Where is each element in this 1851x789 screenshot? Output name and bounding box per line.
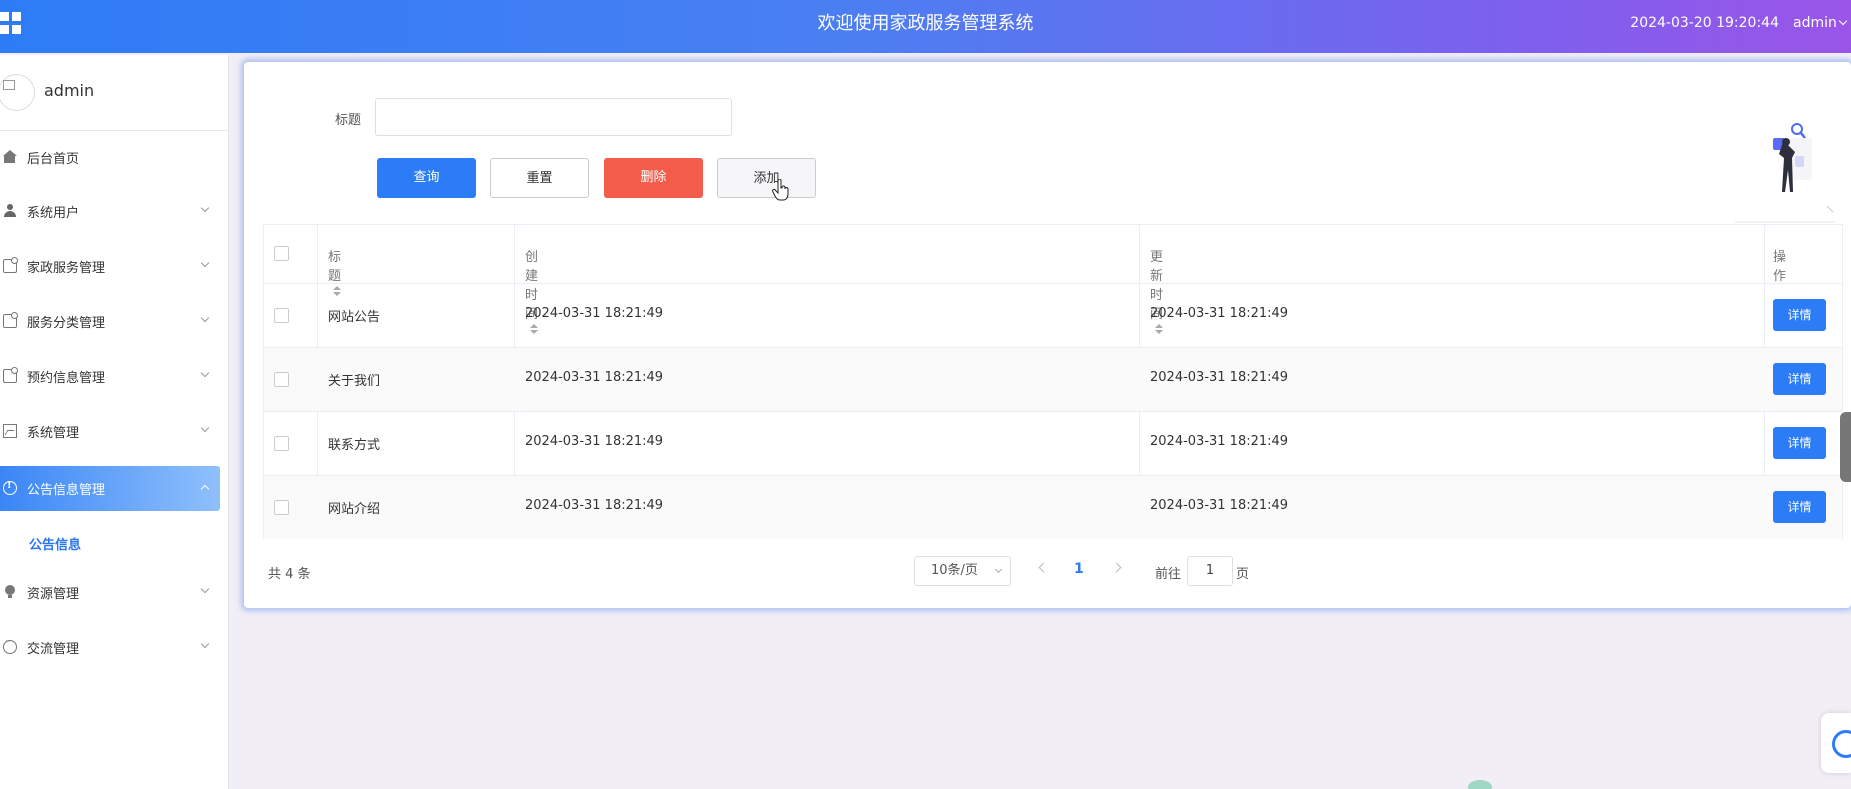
query-button[interactable]: 查询: [377, 158, 476, 198]
row-title: 关于我们: [328, 374, 381, 389]
sidebar-item-label: 后台首页: [27, 152, 80, 167]
chevron-down-icon: [1838, 16, 1848, 26]
row-checkbox[interactable]: [274, 436, 289, 451]
announcement-table: 标题 创建时间 更新时间 操作 网站公告 2024-03-31 18:21:49…: [263, 224, 1843, 539]
goto-page-input[interactable]: 1: [1187, 556, 1233, 586]
row-created: 2024-03-31 18:21:49: [525, 306, 664, 321]
search-title-label: 标题: [335, 113, 362, 128]
row-created: 2024-03-31 18:21:49: [525, 434, 664, 449]
row-title: 联系方式: [328, 438, 381, 453]
floating-assistant-button[interactable]: [1821, 713, 1851, 773]
search-title-input[interactable]: [375, 98, 732, 136]
page-size-select[interactable]: 10条/页: [914, 556, 1011, 586]
sidebar-item-appointments[interactable]: 预约信息管理: [0, 354, 220, 399]
add-button[interactable]: 添加: [717, 158, 816, 198]
sidebar-item-label: 服务分类管理: [27, 316, 106, 331]
goto-label: 前往: [1155, 567, 1182, 582]
goto-unit-label: 页: [1236, 567, 1250, 582]
hand-cursor-icon: [772, 179, 789, 201]
user-menu[interactable]: admin: [1793, 0, 1851, 47]
sidebar-profile: admin: [0, 55, 228, 131]
chevron-down-icon: [994, 565, 1003, 574]
chevron-up-icon: [200, 484, 210, 494]
row-checkbox[interactable]: [274, 308, 289, 323]
row-updated: 2024-03-31 18:21:49: [1150, 306, 1289, 321]
sidebar: admin 后台首页 系统用户 家政服务管理 服务分类管理 预约信息管理 系统管…: [0, 55, 229, 789]
table-row: 网站介绍 2024-03-31 18:21:49 2024-03-31 18:2…: [264, 475, 1842, 539]
scrollbar-handle[interactable]: [1840, 412, 1851, 482]
select-all-checkbox[interactable]: [274, 246, 289, 261]
delete-button[interactable]: 删除: [604, 158, 703, 198]
chevron-down-icon: [200, 368, 210, 378]
search-illustration-icon: [1735, 123, 1835, 223]
user-icon: [3, 204, 17, 218]
document-icon: [3, 257, 18, 273]
row-updated: 2024-03-31 18:21:49: [1150, 498, 1289, 513]
sidebar-item-label: 预约信息管理: [27, 371, 106, 386]
top-bar: 欢迎使用家政服务管理系统 2024-03-20 19:20:44 admin: [0, 0, 1851, 53]
sidebar-item-announcements[interactable]: 公告信息管理: [0, 466, 220, 511]
home-icon: [3, 150, 17, 164]
page-number-current[interactable]: 1: [1074, 561, 1084, 577]
page-size-value: 10条/页: [931, 563, 978, 578]
sidebar-item-housekeeping[interactable]: 家政服务管理: [0, 244, 220, 289]
column-header-actions-label: 操作: [1773, 250, 1787, 284]
sidebar-item-label: 公告信息管理: [27, 483, 106, 498]
row-updated: 2024-03-31 18:21:49: [1150, 434, 1289, 449]
sidebar-item-home[interactable]: 后台首页: [0, 135, 220, 180]
chevron-down-icon: [200, 258, 210, 268]
row-checkbox[interactable]: [274, 372, 289, 387]
decorative-blob: [1468, 780, 1492, 789]
table-row: 网站公告 2024-03-31 18:21:49 2024-03-31 18:2…: [264, 283, 1842, 347]
chevron-down-icon: [200, 584, 210, 594]
chevron-down-icon: [200, 639, 210, 649]
detail-button[interactable]: 详情: [1773, 427, 1826, 459]
avatar: [0, 74, 35, 111]
sidebar-item-label: 资源管理: [27, 587, 80, 602]
row-checkbox[interactable]: [274, 500, 289, 515]
detail-button[interactable]: 详情: [1773, 299, 1826, 331]
user-menu-label: admin: [1793, 15, 1837, 31]
row-created: 2024-03-31 18:21:49: [525, 498, 664, 513]
header-select-cell: [264, 225, 317, 283]
sidebar-item-service-category[interactable]: 服务分类管理: [0, 299, 220, 344]
column-header-title-label: 标题: [328, 250, 342, 284]
app-title: 欢迎使用家政服务管理系统: [817, 13, 1034, 34]
detail-button[interactable]: 详情: [1773, 363, 1826, 395]
sidebar-item-label: 家政服务管理: [27, 261, 106, 276]
row-title: 网站公告: [328, 310, 381, 325]
detail-button[interactable]: 详情: [1773, 491, 1826, 523]
sidebar-item-system-users[interactable]: 系统用户: [0, 189, 220, 234]
row-updated: 2024-03-31 18:21:49: [1150, 370, 1289, 385]
row-created: 2024-03-31 18:21:49: [525, 370, 664, 385]
table-row: 关于我们 2024-03-31 18:21:49 2024-03-31 18:2…: [264, 347, 1842, 411]
image-icon: [3, 424, 17, 438]
sidebar-item-communication[interactable]: 交流管理: [0, 625, 220, 670]
sidebar-item-label: 系统管理: [27, 426, 80, 441]
reset-button[interactable]: 重置: [490, 158, 589, 198]
chat-icon: [3, 637, 17, 654]
sidebar-subitem-announcement-info[interactable]: 公告信息: [29, 534, 81, 553]
document-icon: [3, 367, 18, 383]
header-datetime: 2024-03-20 19:20:44: [1630, 15, 1779, 31]
profile-name: admin: [44, 81, 95, 100]
sidebar-item-label: 交流管理: [27, 642, 80, 657]
pagination-total: 共 4 条: [268, 567, 311, 582]
sidebar-item-system-management[interactable]: 系统管理: [0, 409, 220, 454]
chevron-down-icon: [200, 423, 210, 433]
chevron-down-icon: [200, 203, 210, 213]
sidebar-item-label: 系统用户: [27, 206, 80, 221]
document-icon: [3, 312, 18, 328]
bulb-icon: [3, 585, 17, 599]
info-icon: [3, 480, 17, 495]
table-row: 联系方式 2024-03-31 18:21:49 2024-03-31 18:2…: [264, 411, 1842, 475]
chevron-down-icon: [200, 313, 210, 323]
sidebar-item-resources[interactable]: 资源管理: [0, 570, 220, 615]
row-title: 网站介绍: [328, 502, 381, 517]
